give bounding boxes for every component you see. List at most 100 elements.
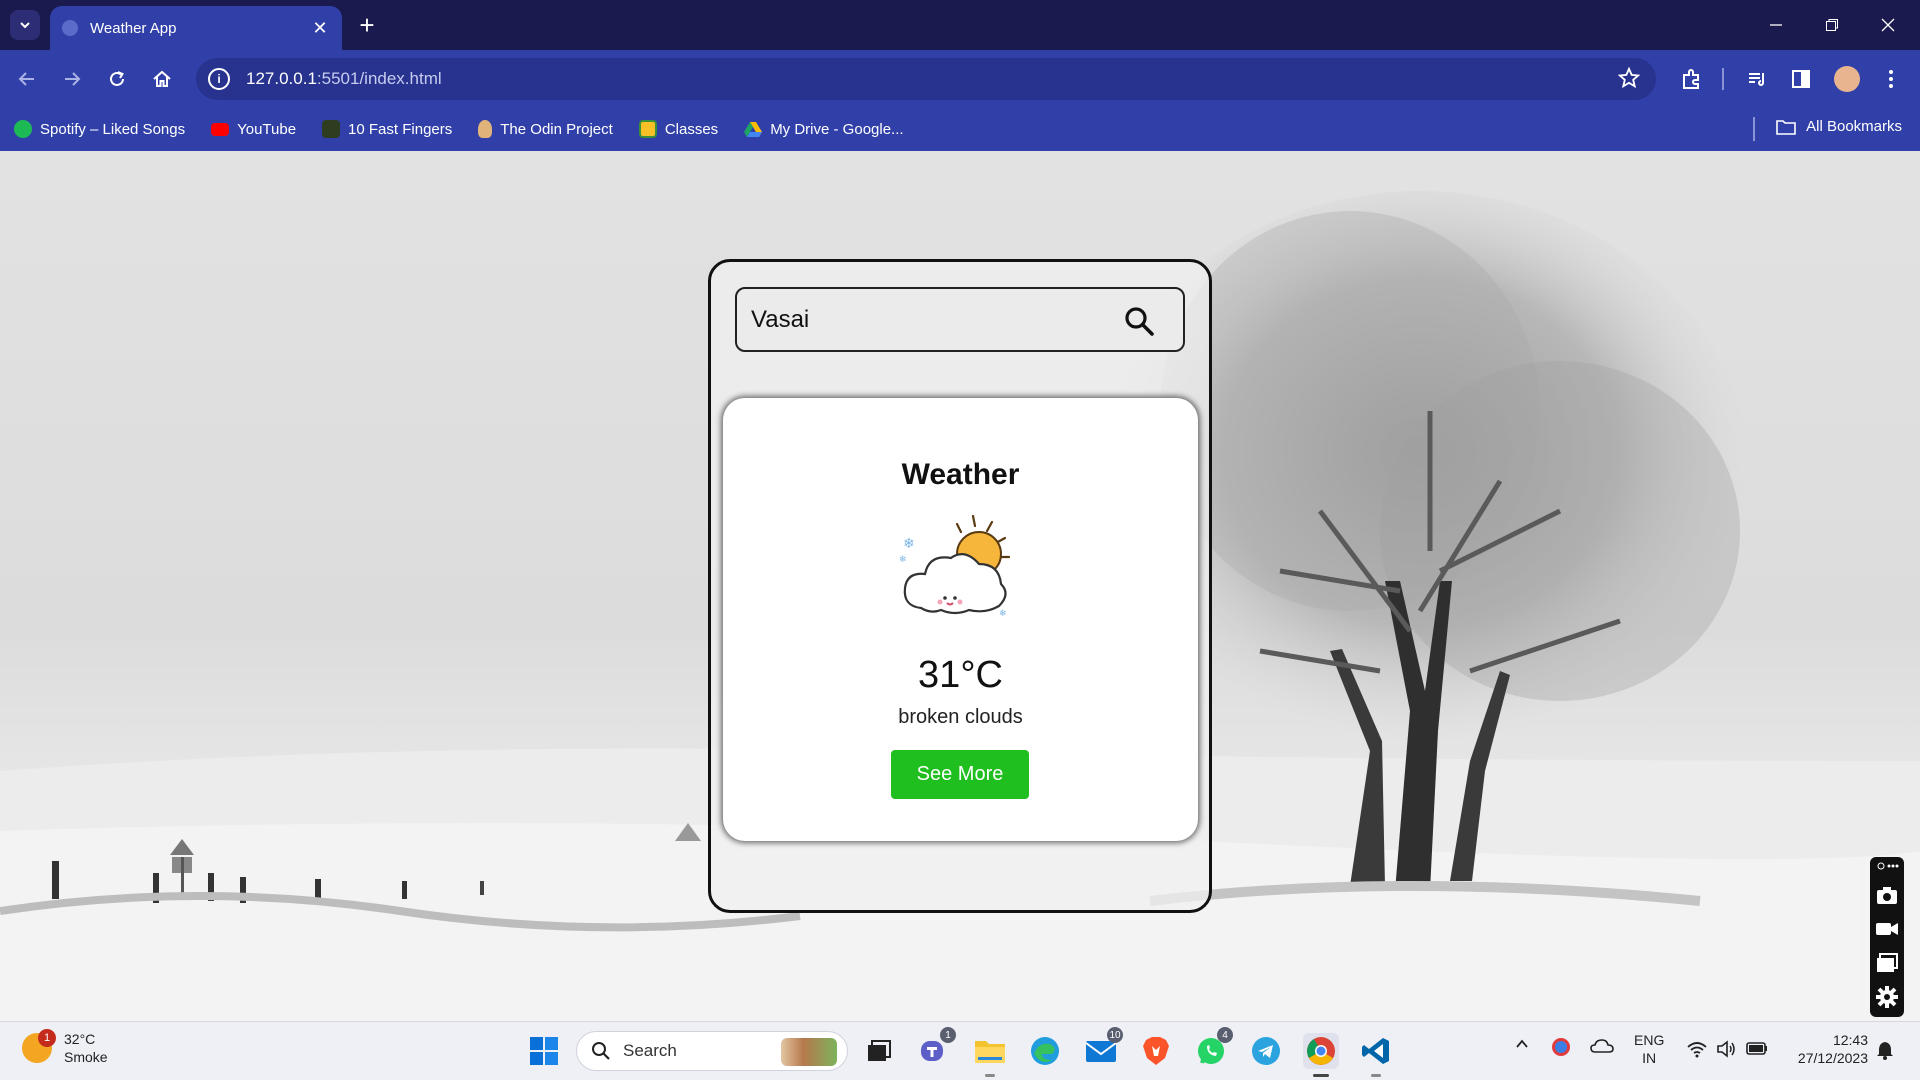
language-indicator[interactable]: ENG IN <box>1634 1031 1664 1067</box>
show-hidden-icons-button[interactable] <box>1514 1036 1530 1056</box>
more-options-icon[interactable] <box>1875 859 1899 873</box>
address-bar[interactable]: i 127.0.0.1:5501/index.html <box>196 58 1656 100</box>
browser-menu-button[interactable] <box>1874 62 1908 96</box>
folder-icon <box>1776 119 1796 135</box>
battery-status[interactable] <box>1746 1040 1768 1060</box>
weather-app-container: Weather ❄ ❄ ❄ 31°C broken clouds See Mor… <box>708 259 1212 913</box>
bookmark-label: Classes <box>664 120 719 138</box>
all-bookmarks-button[interactable]: All Bookmarks <box>1776 118 1902 135</box>
gallery-icon[interactable] <box>1875 951 1899 975</box>
mail-badge: 10 <box>1107 1027 1123 1043</box>
file-explorer-app[interactable] <box>972 1033 1008 1077</box>
restore-button[interactable] <box>1804 0 1860 50</box>
settings-gear-icon[interactable] <box>1875 985 1899 1009</box>
city-search-input[interactable] <box>751 305 1111 334</box>
extensions-button[interactable] <box>1674 62 1708 96</box>
see-more-button[interactable]: See More <box>891 750 1029 799</box>
notifications-button[interactable] <box>1876 1040 1894 1064</box>
fast-fingers-icon <box>322 120 341 138</box>
chevron-down-icon <box>20 22 30 29</box>
url-path: :5501/index.html <box>316 69 442 88</box>
tab-strip: Weather App ✕ + <box>0 0 1920 50</box>
bookmark-my-drive[interactable]: My Drive - Google... <box>744 120 904 138</box>
close-tab-icon[interactable]: ✕ <box>310 18 330 38</box>
start-button[interactable] <box>526 1033 562 1069</box>
cloud-icon <box>1590 1039 1614 1053</box>
bookmark-label: YouTube <box>237 120 297 138</box>
teams-app[interactable]: 1 <box>916 1027 956 1069</box>
telegram-icon <box>1252 1037 1280 1065</box>
language-code: ENG <box>1634 1032 1665 1048</box>
puzzle-icon <box>1683 69 1699 89</box>
search-highlight-icon <box>781 1038 837 1066</box>
tray-app-icon[interactable] <box>1552 1038 1570 1056</box>
temperature: 31°C <box>918 654 1003 696</box>
profile-button[interactable] <box>1830 62 1864 96</box>
whatsapp-app[interactable]: 4 <box>1193 1027 1233 1069</box>
site-info-icon[interactable]: i <box>208 68 230 90</box>
bookmark-spotify[interactable]: Spotify – Liked Songs <box>14 120 185 138</box>
classroom-icon <box>638 120 657 138</box>
bookmark-star-icon[interactable] <box>1618 67 1640 89</box>
tab-search-button[interactable] <box>10 10 40 40</box>
running-indicator <box>985 1074 995 1077</box>
back-button[interactable] <box>10 62 44 96</box>
taskbar-weather-widget[interactable]: 1 32°C Smoke <box>22 1029 108 1066</box>
browser-toolbar: i 127.0.0.1:5501/index.html <box>0 50 1920 107</box>
forward-button[interactable] <box>55 62 89 96</box>
active-indicator <box>1313 1074 1329 1077</box>
network-status[interactable] <box>1686 1040 1708 1062</box>
clock[interactable]: 12:43 27/12/2023 <box>1784 1031 1868 1067</box>
minimize-icon <box>1770 24 1782 26</box>
taskbar-search-placeholder: Search <box>623 1041 677 1060</box>
side-panel-button[interactable] <box>1784 62 1818 96</box>
svg-text:❄: ❄ <box>999 609 1007 619</box>
svg-text:❄: ❄ <box>903 536 915 552</box>
home-button[interactable] <box>145 62 179 96</box>
video-camera-icon[interactable] <box>1875 917 1899 941</box>
bookmark-classes[interactable]: Classes <box>638 120 719 138</box>
weather-description: broken clouds <box>898 706 1023 728</box>
vscode-icon <box>1362 1038 1389 1064</box>
camera-icon[interactable] <box>1875 883 1899 907</box>
close-window-button[interactable] <box>1860 0 1916 50</box>
weather-card: Weather ❄ ❄ ❄ 31°C broken clouds See Mor… <box>723 398 1198 841</box>
page-viewport: Weather ❄ ❄ ❄ 31°C broken clouds See Mor… <box>0 151 1920 1021</box>
tab-weather-app[interactable]: Weather App ✕ <box>50 6 342 50</box>
chrome-app[interactable] <box>1303 1033 1339 1077</box>
brave-app[interactable] <box>1138 1033 1174 1069</box>
weather-sun-icon: 1 <box>22 1029 56 1063</box>
bookmark-youtube[interactable]: YouTube <box>211 121 296 138</box>
drive-icon <box>744 122 763 137</box>
minimize-button[interactable] <box>1748 0 1804 50</box>
search-icon <box>592 1042 610 1060</box>
bookmark-odin-project[interactable]: The Odin Project <box>478 120 613 138</box>
volume-status[interactable] <box>1716 1040 1736 1062</box>
capture-toolbar <box>1870 857 1904 1017</box>
all-bookmarks-label: All Bookmarks <box>1806 118 1902 135</box>
youtube-icon <box>211 122 230 136</box>
taskbar-search-box[interactable]: Search <box>576 1031 848 1071</box>
toolbar-separator <box>1722 68 1724 90</box>
reload-button[interactable] <box>100 62 134 96</box>
close-icon <box>1881 18 1895 32</box>
bell-icon <box>1877 1042 1893 1060</box>
task-view-button[interactable] <box>860 1033 896 1069</box>
weather-alert-badge: 1 <box>38 1029 56 1047</box>
onedrive-button[interactable] <box>1590 1038 1614 1058</box>
bookmark-label: My Drive - Google... <box>770 120 904 138</box>
odin-icon <box>478 120 493 138</box>
vscode-app[interactable] <box>1358 1033 1394 1077</box>
spotify-icon <box>14 120 32 138</box>
media-controls-button[interactable] <box>1740 62 1774 96</box>
edge-browser-icon <box>1031 1037 1059 1065</box>
mail-app[interactable]: 10 <box>1083 1027 1123 1069</box>
bookmark-10-fast-fingers[interactable]: 10 Fast Fingers <box>322 120 452 138</box>
task-view-icon <box>868 1040 891 1061</box>
search-icon[interactable] <box>1123 305 1155 337</box>
taskbar-temperature: 32°C <box>64 1031 96 1047</box>
telegram-app[interactable] <box>1248 1033 1284 1069</box>
new-tab-button[interactable]: + <box>352 10 382 40</box>
url-host: 127.0.0.1 <box>246 69 317 88</box>
edge-app[interactable] <box>1027 1033 1063 1069</box>
